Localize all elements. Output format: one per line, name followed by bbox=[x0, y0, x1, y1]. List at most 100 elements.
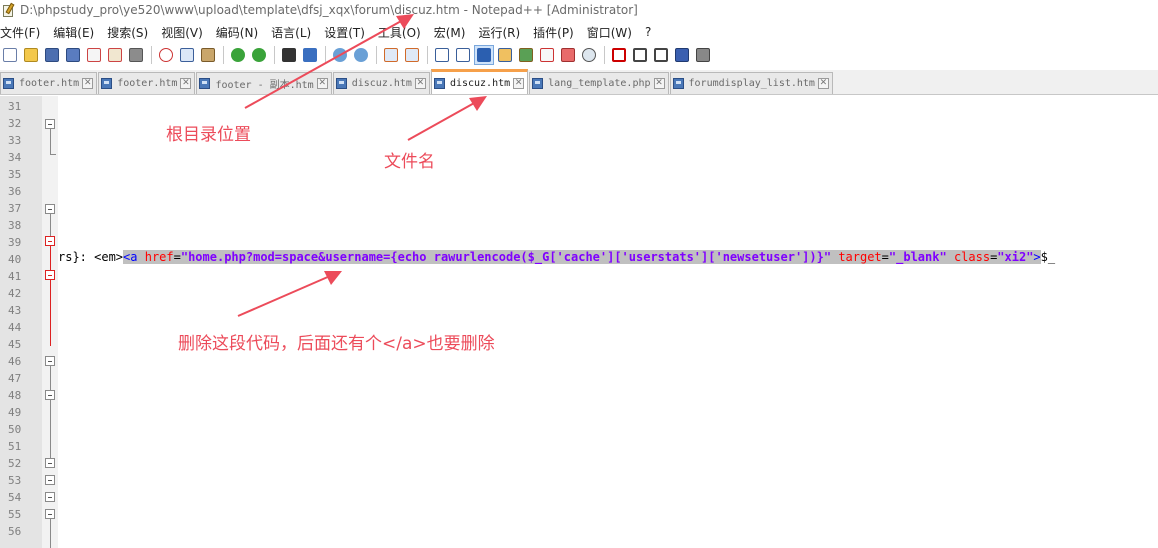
menu-help[interactable]: ? bbox=[645, 25, 658, 39]
record-macro-button[interactable] bbox=[609, 45, 629, 65]
function-list-button[interactable] bbox=[537, 45, 557, 65]
open-file-icon bbox=[24, 48, 38, 62]
menu-edit[interactable]: 编辑(E) bbox=[53, 24, 101, 41]
close-icon[interactable]: ✕ bbox=[82, 78, 94, 89]
word-wrap-button[interactable] bbox=[432, 45, 452, 65]
menu-window[interactable]: 窗口(W) bbox=[587, 24, 639, 41]
monitoring-icon bbox=[582, 48, 596, 62]
zoom-in-button[interactable] bbox=[330, 45, 350, 65]
editor-area[interactable]: 31 32 33 34 35 36 37 38 39 40 41 42 43 4… bbox=[0, 96, 1158, 548]
line-number: 56 bbox=[8, 525, 22, 538]
sync-vertical-button[interactable] bbox=[381, 45, 401, 65]
fold-end bbox=[50, 154, 56, 155]
run-macro-multiple-button[interactable] bbox=[672, 45, 692, 65]
redo-icon bbox=[252, 48, 266, 62]
tab-bar: footer.htm ✕ footer.htm ✕ footer - 副本.ht… bbox=[0, 69, 1158, 95]
close-all-button[interactable] bbox=[105, 45, 125, 65]
show-all-chars-button[interactable] bbox=[453, 45, 473, 65]
fold-toggle[interactable] bbox=[45, 458, 55, 468]
close-icon[interactable]: ✕ bbox=[180, 78, 192, 89]
fold-toggle[interactable] bbox=[45, 492, 55, 502]
code-tag-open: <a bbox=[123, 250, 145, 264]
tab-label: footer - 副本.htm bbox=[215, 80, 314, 91]
tab-forumdisplay-list[interactable]: forumdisplay_list.htm ✕ bbox=[669, 72, 833, 94]
tab-footer-1[interactable]: footer.htm ✕ bbox=[0, 72, 98, 94]
menu-search[interactable]: 搜索(S) bbox=[107, 24, 155, 41]
code-attr-href: href bbox=[144, 250, 174, 264]
menu-encoding[interactable]: 编码(N) bbox=[216, 24, 265, 41]
paste-button[interactable] bbox=[198, 45, 218, 65]
file-save-state-icon bbox=[101, 78, 113, 89]
zoom-out-button[interactable] bbox=[351, 45, 371, 65]
undo-button[interactable] bbox=[228, 45, 248, 65]
open-file-button[interactable] bbox=[21, 45, 41, 65]
print-icon bbox=[129, 48, 143, 62]
menu-view[interactable]: 视图(V) bbox=[161, 24, 210, 41]
menu-tools[interactable]: 工具(O) bbox=[378, 24, 428, 41]
menu-bar: 文件(F) 编辑(E) 搜索(S) 视图(V) 编码(N) 语言(L) 设置(T… bbox=[0, 22, 1158, 42]
tab-footer-copy[interactable]: footer - 副本.htm ✕ bbox=[196, 72, 332, 94]
line-number: 55 bbox=[8, 508, 22, 521]
code-line-40[interactable]: rs}: <em><a href="home.php?mod=space&use… bbox=[58, 249, 1158, 266]
line-number: 44 bbox=[8, 321, 22, 334]
copy-button[interactable] bbox=[177, 45, 197, 65]
fold-line bbox=[50, 129, 51, 154]
tab-footer-2[interactable]: footer.htm ✕ bbox=[98, 72, 196, 94]
menu-macro[interactable]: 宏(M) bbox=[434, 24, 473, 41]
monitoring-button[interactable] bbox=[579, 45, 599, 65]
line-number: 51 bbox=[8, 440, 22, 453]
fold-toggle[interactable] bbox=[45, 356, 55, 366]
line-number-gutter: 31 32 33 34 35 36 37 38 39 40 41 42 43 4… bbox=[0, 96, 42, 548]
run-macro-multiple-icon bbox=[675, 48, 689, 62]
print-button[interactable] bbox=[126, 45, 146, 65]
close-icon[interactable]: ✕ bbox=[414, 78, 426, 89]
replace-button[interactable] bbox=[300, 45, 320, 65]
close-button[interactable] bbox=[84, 45, 104, 65]
close-icon[interactable]: ✕ bbox=[316, 78, 328, 89]
doc-map-button[interactable] bbox=[516, 45, 536, 65]
sync-horizontal-button[interactable] bbox=[402, 45, 422, 65]
new-file-button[interactable] bbox=[0, 45, 20, 65]
tab-discuz-active[interactable]: discuz.htm ✕ bbox=[430, 69, 529, 94]
stop-record-button[interactable] bbox=[630, 45, 650, 65]
menu-language[interactable]: 语言(L) bbox=[271, 24, 318, 41]
find-button[interactable] bbox=[279, 45, 299, 65]
save-macro-button[interactable] bbox=[693, 45, 713, 65]
fold-line bbox=[50, 246, 51, 272]
close-icon[interactable]: ✕ bbox=[513, 77, 525, 89]
doc-map-icon bbox=[519, 48, 533, 62]
line-number: 36 bbox=[8, 185, 22, 198]
redo-button[interactable] bbox=[249, 45, 269, 65]
cut-button[interactable] bbox=[156, 45, 176, 65]
line-number: 31 bbox=[8, 100, 22, 113]
fold-toggle[interactable] bbox=[45, 236, 55, 246]
fold-toggle[interactable] bbox=[45, 475, 55, 485]
fold-toggle[interactable] bbox=[45, 119, 55, 129]
cut-icon bbox=[159, 48, 173, 62]
menu-settings[interactable]: 设置(T) bbox=[324, 24, 372, 41]
tab-lang-template[interactable]: lang_template.php ✕ bbox=[529, 72, 669, 94]
fold-toggle[interactable] bbox=[45, 270, 55, 280]
zoom-in-icon bbox=[333, 48, 347, 62]
line-number: 40 bbox=[8, 253, 22, 266]
play-macro-icon bbox=[654, 48, 668, 62]
line-number: 45 bbox=[8, 338, 22, 351]
close-icon[interactable]: ✕ bbox=[817, 78, 829, 89]
tab-discuz-1[interactable]: discuz.htm ✕ bbox=[332, 72, 430, 94]
folder-workspace-button[interactable] bbox=[558, 45, 578, 65]
close-icon[interactable]: ✕ bbox=[653, 78, 665, 89]
fold-toggle[interactable] bbox=[45, 509, 55, 519]
indent-guide-button[interactable] bbox=[474, 45, 494, 65]
fold-toggle[interactable] bbox=[45, 390, 55, 400]
play-macro-button[interactable] bbox=[651, 45, 671, 65]
undo-icon bbox=[231, 48, 245, 62]
menu-run[interactable]: 运行(R) bbox=[478, 24, 527, 41]
menu-plugins[interactable]: 插件(P) bbox=[533, 24, 581, 41]
udl-button[interactable] bbox=[495, 45, 515, 65]
save-button[interactable] bbox=[42, 45, 62, 65]
save-all-button[interactable] bbox=[63, 45, 83, 65]
udl-icon bbox=[498, 48, 512, 62]
find-icon bbox=[282, 48, 296, 62]
fold-toggle[interactable] bbox=[45, 204, 55, 214]
menu-file[interactable]: 文件(F) bbox=[0, 24, 47, 41]
